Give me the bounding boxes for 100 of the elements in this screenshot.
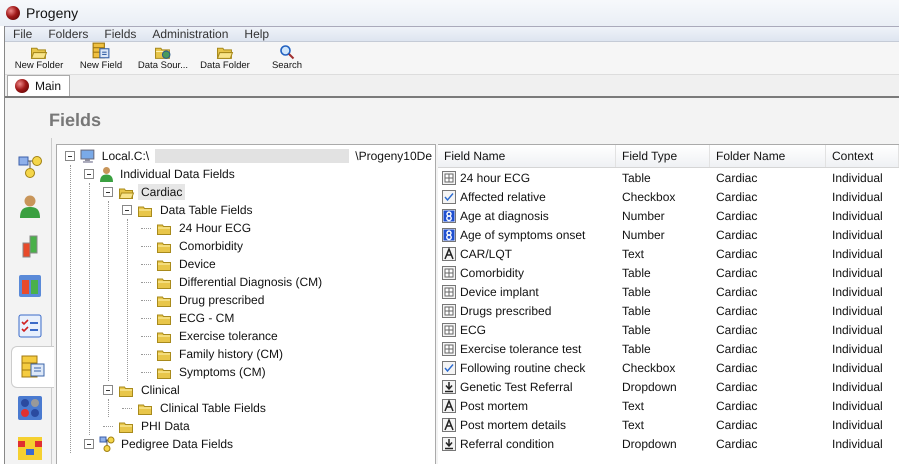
- collapse-icon[interactable]: [84, 169, 94, 179]
- tree-item[interactable]: Clinical: [138, 382, 183, 398]
- table-cell-text: Cardiac: [715, 284, 758, 298]
- table-cell-text: Table: [621, 342, 652, 356]
- tree-item[interactable]: Device: [176, 256, 219, 272]
- table-cell-text: Cardiac: [715, 360, 758, 374]
- table-cell-text: Text: [621, 398, 646, 412]
- table-cell: Exercise tolerance test: [460, 342, 582, 356]
- toolbar-button[interactable]: Data Folder: [200, 60, 250, 71]
- table-cell-text: Individual: [831, 284, 884, 298]
- dropdown-icon: [442, 436, 456, 450]
- table-cell-text: Individual: [831, 228, 884, 242]
- table-cell-text: Individual: [831, 266, 884, 280]
- menu-item[interactable]: Help: [236, 27, 278, 41]
- table-cell-text: Cardiac: [715, 246, 758, 260]
- checkbox-icon: [442, 360, 456, 374]
- dots-icon: [17, 395, 43, 421]
- table-cell: Comorbidity: [460, 266, 524, 280]
- collapse-icon[interactable]: [103, 187, 113, 197]
- table-cell-text: Text: [621, 246, 646, 260]
- table-cell-text: Table: [621, 284, 652, 298]
- tree-item[interactable]: ECG - CM: [176, 310, 238, 326]
- table-cell: Age of symptoms onset: [460, 228, 586, 242]
- search-icon: [279, 44, 295, 60]
- table-cell: ECG: [460, 322, 486, 336]
- collapse-icon[interactable]: [103, 385, 113, 395]
- table-cell-text: Table: [621, 266, 652, 280]
- table-cell: Post mortem: [460, 398, 528, 412]
- tree-item[interactable]: Clinical Table Fields: [157, 400, 269, 416]
- tab[interactable]: Main: [7, 75, 70, 96]
- database-icon: [92, 42, 110, 60]
- tree-item[interactable]: Individual Data Fields: [117, 166, 238, 182]
- column-header[interactable]: Field Name: [438, 145, 616, 167]
- table-cell-text: Checkbox: [621, 190, 676, 204]
- tree-item[interactable]: Drug prescribed: [176, 292, 268, 308]
- table-cell-text: Table: [621, 170, 652, 184]
- toolbar-button[interactable]: New Folder: [14, 60, 64, 71]
- table-cell-text: Cardiac: [715, 266, 758, 280]
- table-icon: [442, 304, 456, 318]
- table-cell-text: Individual: [831, 418, 884, 432]
- text-icon: [442, 418, 456, 432]
- table-cell-text: Cardiac: [715, 322, 758, 336]
- toolbar-button[interactable]: Data Sour...: [138, 60, 188, 71]
- table-cell: Device implant: [460, 284, 539, 298]
- table-cell: 24 hour ECG: [460, 170, 530, 184]
- toolbar-button[interactable]: Search: [272, 60, 302, 71]
- nav-tab[interactable]: [11, 346, 54, 388]
- tree-item[interactable]: Data Table Fields: [157, 202, 256, 218]
- tree-item[interactable]: PHI Data: [138, 418, 193, 434]
- computer-icon: [80, 148, 96, 164]
- person-icon: [17, 193, 43, 219]
- tree-item[interactable]: Pedigree Data Fields: [118, 436, 236, 452]
- table-cell-text: Checkbox: [621, 360, 676, 374]
- dropdown-icon: [442, 380, 456, 394]
- page-title: Fields: [48, 109, 102, 132]
- table-cell-text: Individual: [831, 436, 884, 450]
- database-icon: [20, 354, 46, 380]
- table-cell: Referral condition: [460, 436, 554, 450]
- tree-item[interactable]: Cardiac: [138, 184, 186, 200]
- menu-item[interactable]: Fields: [96, 27, 144, 41]
- grid-icon: [17, 435, 43, 461]
- table-cell-text: Individual: [831, 170, 884, 184]
- tree-item[interactable]: Symptoms (CM): [176, 364, 269, 380]
- collapse-icon[interactable]: [84, 439, 94, 449]
- toolbar-button[interactable]: New Field: [80, 60, 122, 71]
- menu-item[interactable]: Administration: [144, 27, 236, 41]
- tree-item[interactable]: Family history (CM): [176, 346, 286, 362]
- app-icon: [6, 6, 20, 20]
- table-cell-text: Cardiac: [715, 190, 758, 204]
- table-cell-text: Individual: [831, 360, 884, 374]
- menu-item[interactable]: Folders: [40, 27, 96, 41]
- column-header[interactable]: Folder Name: [710, 145, 826, 167]
- table-cell-text: Cardiac: [715, 208, 758, 222]
- text-icon: [442, 246, 456, 260]
- checklist-icon: [17, 313, 43, 339]
- table-cell-text: Cardiac: [715, 418, 758, 432]
- column-header[interactable]: Field Type: [616, 145, 710, 167]
- table-cell-text: Individual: [831, 322, 884, 336]
- table-cell-text: Number: [621, 228, 666, 242]
- table-cell: Drugs prescribed: [460, 304, 552, 318]
- tree-item[interactable]: Local.C:\: [98, 148, 152, 164]
- number-icon: [442, 208, 456, 222]
- column-header[interactable]: Context: [826, 145, 899, 167]
- tree-item[interactable]: Differential Diagnosis (CM): [176, 274, 326, 290]
- tree-item[interactable]: Exercise tolerance: [176, 328, 281, 344]
- collapse-icon[interactable]: [65, 151, 75, 161]
- tree-item[interactable]: \Progeny10De: [352, 148, 435, 164]
- table-icon: [442, 322, 456, 336]
- table-cell: Age at diagnosis: [460, 208, 549, 222]
- table-cell-text: Individual: [831, 304, 884, 318]
- table-cell-text: Dropdown: [621, 380, 678, 394]
- person-icon: [99, 166, 114, 182]
- menu-item[interactable]: File: [5, 27, 40, 41]
- tree-item[interactable]: 24 Hour ECG: [176, 220, 254, 236]
- number-icon: [442, 228, 456, 242]
- table-icon: [442, 342, 456, 356]
- tree-item[interactable]: Comorbidity: [176, 238, 246, 254]
- collapse-icon[interactable]: [122, 205, 132, 215]
- table-icon: [442, 266, 456, 280]
- table-cell: Post mortem details: [460, 418, 566, 432]
